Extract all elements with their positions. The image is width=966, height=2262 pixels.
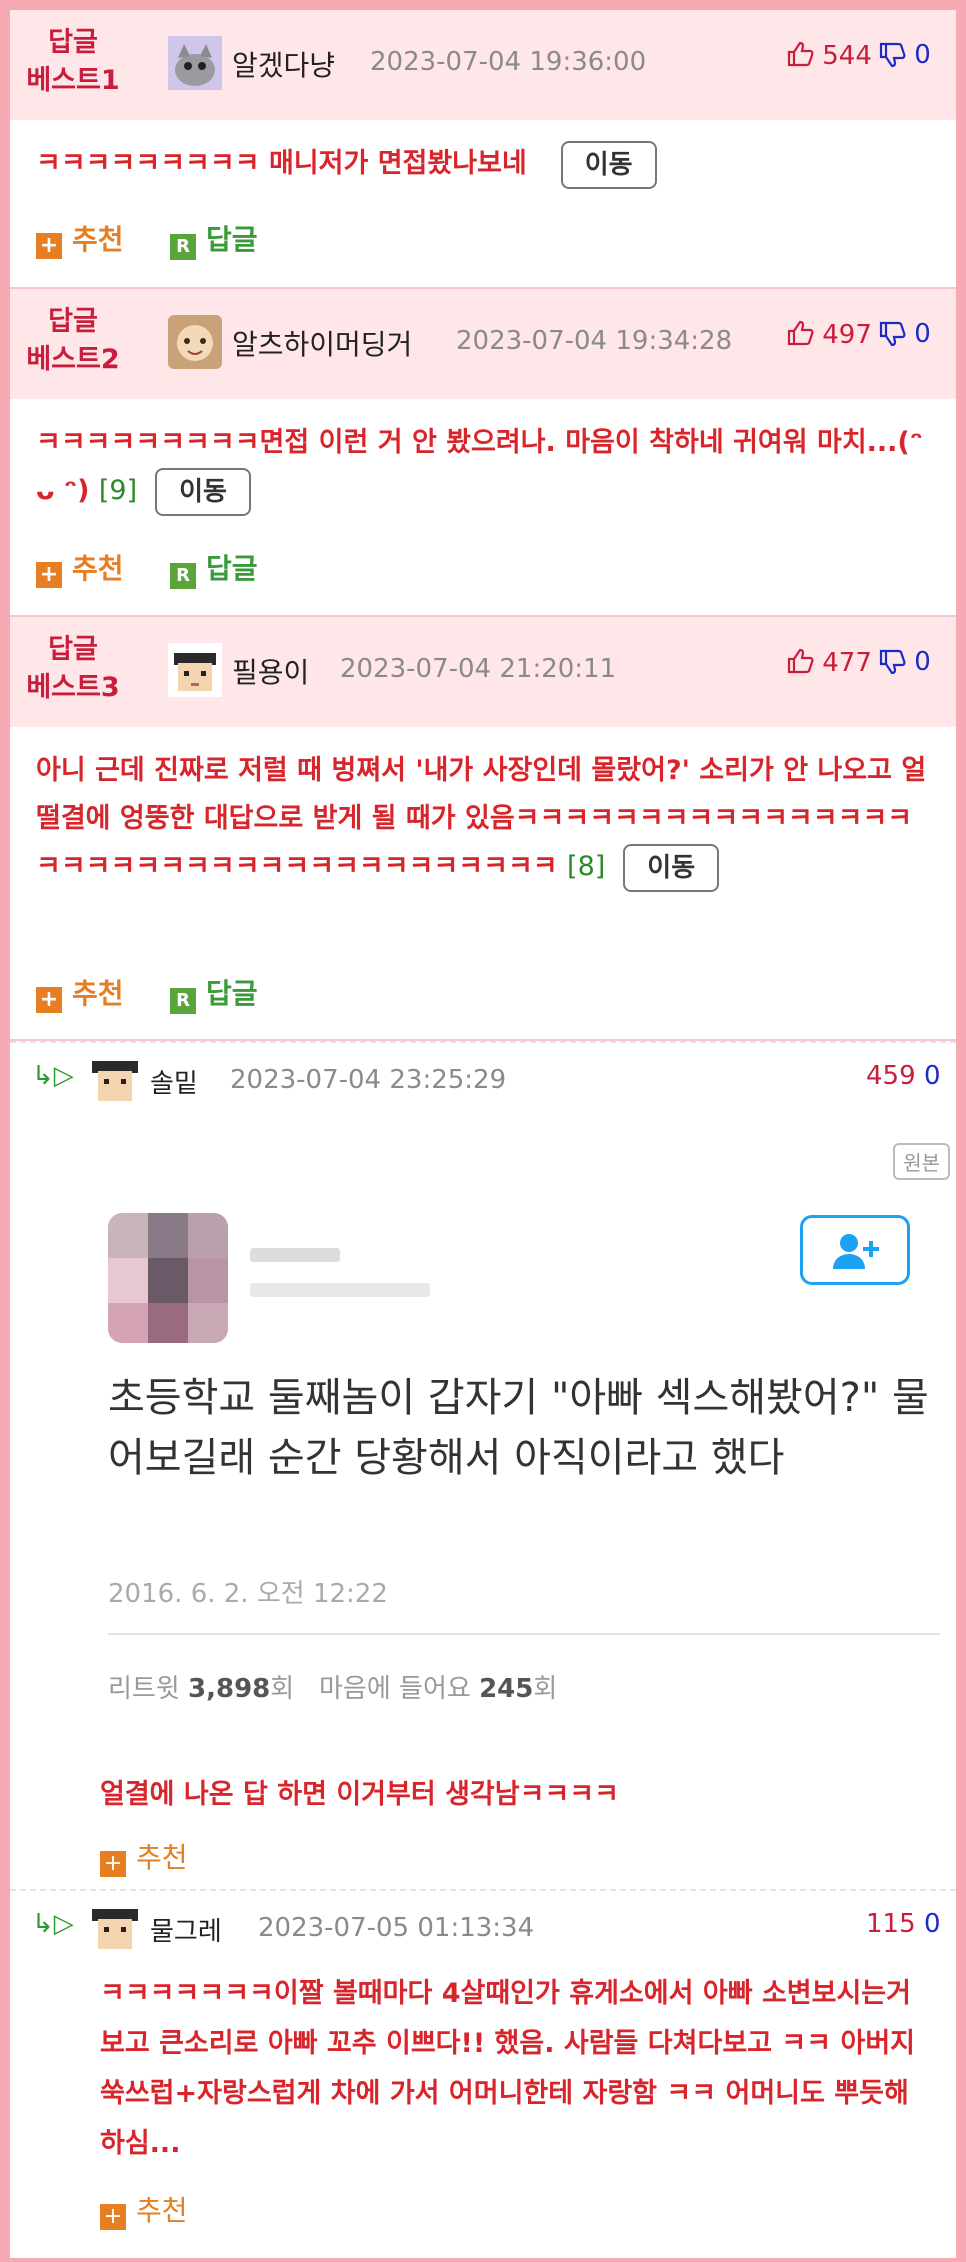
thumbs-up-icon[interactable] <box>786 647 814 675</box>
blurred-profile-image <box>108 1213 228 1343</box>
timestamp: 2023-07-04 21:20:11 <box>340 654 617 684</box>
move-button[interactable]: 이동 <box>623 843 720 892</box>
recommend-button[interactable]: + 추천 <box>36 218 124 259</box>
plus-icon: + <box>36 987 62 1013</box>
timestamp: 2023-07-05 01:13:34 <box>258 1913 535 1943</box>
comment-body: ㅋㅋㅋㅋㅋㅋㅋㅋㅋ면접 이런 거 안 봤으려나. 마음이 착하네 귀여워 마치.… <box>36 419 936 516</box>
plus-icon: + <box>36 562 62 588</box>
nickname[interactable]: 물그레 <box>150 1911 222 1948</box>
reply-button[interactable]: R 답글 <box>170 972 258 1014</box>
attached-tweet-image[interactable]: 원본 초등학교 둘째놈이 갑자기 "아빠 섹스해봤어?" 물어보길래 순간 당황… <box>100 1143 950 1783</box>
avatar[interactable] <box>88 1901 142 1955</box>
reply-comment: ↳▷ 물그레 2023-07-05 01:13:34 115 0 ㅋㅋㅋㅋㅋㅋㅋ… <box>10 1889 956 2247</box>
recommend-button[interactable]: + 추천 <box>100 2189 188 2230</box>
recommend-button[interactable]: + 추천 <box>36 972 124 1013</box>
divider <box>108 1633 940 1635</box>
move-button[interactable]: 이동 <box>560 140 657 189</box>
reply-icon: R <box>170 988 196 1014</box>
follow-button[interactable] <box>800 1215 910 1285</box>
like-count[interactable]: 115 <box>866 1909 916 1939</box>
plus-icon: + <box>100 2204 126 2230</box>
best-comment-1: 답글 베스트1 알겠다냥 2023-07-04 19:36:00 544 0 ㅋㅋ… <box>10 10 956 289</box>
dislike-count[interactable]: 0 <box>878 647 931 677</box>
original-image-button[interactable]: 원본 <box>893 1143 950 1180</box>
like-count[interactable]: 477 <box>786 647 872 678</box>
like-count[interactable]: 497 <box>786 319 872 350</box>
timestamp: 2023-07-04 19:34:28 <box>456 326 733 356</box>
nickname[interactable]: 알츠하이머딩거 <box>232 323 412 363</box>
thumbs-down-icon[interactable] <box>878 320 906 348</box>
thumbs-up-icon[interactable] <box>786 319 814 347</box>
move-button[interactable]: 이동 <box>155 467 251 516</box>
avatar[interactable] <box>168 36 222 90</box>
dislike-count[interactable]: 0 <box>878 40 931 70</box>
like-count[interactable]: 459 <box>866 1061 916 1091</box>
reply-icon: R <box>170 234 196 260</box>
tweet-stats: 리트윗 3,898회 마음에 들어요 245회 <box>108 1674 558 1704</box>
like-count[interactable]: 544 <box>786 40 872 71</box>
reply-icon: R <box>170 563 196 589</box>
plus-icon: + <box>100 1851 126 1877</box>
recommend-button[interactable]: + 추천 <box>36 547 124 588</box>
comment-body: ㅋㅋㅋㅋㅋㅋㅋ이짤 볼때마다 4살때인가 휴게소에서 아빠 소변보시는거 보고 … <box>100 1978 916 2159</box>
avatar[interactable] <box>88 1053 142 1107</box>
avatar[interactable] <box>168 643 222 697</box>
tweet-text: 초등학교 둘째놈이 갑자기 "아빠 섹스해봤어?" 물어보길래 순간 당황해서 … <box>108 1375 929 1481</box>
plus-icon: + <box>36 233 62 259</box>
dislike-count[interactable]: 0 <box>924 1909 941 1939</box>
best-comment-3: 답글 베스트3 필용이 2023-07-04 21:20:11 477 0 아니 … <box>10 617 956 1041</box>
tweet-date: 2016. 6. 2. 오전 12:22 <box>108 1579 388 1609</box>
thumbs-down-icon[interactable] <box>878 648 906 676</box>
dislike-count[interactable]: 0 <box>878 319 931 349</box>
thumbs-up-icon[interactable] <box>786 40 814 68</box>
reply-button[interactable]: R 답글 <box>170 547 258 589</box>
blurred-handle <box>250 1283 430 1297</box>
reply-comment: ↳▷ 솔밑 2023-07-04 23:25:29 459 0 원본 초등학교 … <box>10 1041 956 1889</box>
nickname[interactable]: 알겠다냥 <box>232 44 335 84</box>
timestamp: 2023-07-04 23:25:29 <box>230 1065 507 1095</box>
comment-body: 아니 근데 진짜로 저럴 때 벙쪄서 '내가 사장인데 몰랐어?' 소리가 안 … <box>36 747 936 892</box>
comment-header: 답글 베스트1 알겠다냥 2023-07-04 19:36:00 544 0 <box>10 10 956 120</box>
comment-header: 답글 베스트3 필용이 2023-07-04 21:20:11 477 0 <box>10 617 956 727</box>
comment-header: 답글 베스트2 알츠하이머딩거 2023-07-04 19:34:28 497 0 <box>10 289 956 399</box>
best-label: 답글 베스트3 <box>26 634 120 703</box>
reply-arrow-icon: ↳▷ <box>32 1061 74 1091</box>
best-comment-2: 답글 베스트2 알츠하이머딩거 2023-07-04 19:34:28 497 0… <box>10 289 956 617</box>
comment-body: 얼결에 나온 답 하면 이거부터 생각남ㅋㅋㅋㅋ <box>100 1779 619 1810</box>
best-label: 답글 베스트2 <box>26 306 120 375</box>
comment-body: ㅋㅋㅋㅋㅋㅋㅋㅋㅋ 매니저가 면접봤나보네 이동 <box>36 140 936 189</box>
reply-arrow-icon: ↳▷ <box>32 1909 74 1939</box>
avatar[interactable] <box>168 315 222 369</box>
comment-list: 답글 베스트1 알겠다냥 2023-07-04 19:36:00 544 0 ㅋㅋ… <box>10 10 956 2258</box>
recommend-button[interactable]: + 추천 <box>100 1836 188 1877</box>
timestamp: 2023-07-04 19:36:00 <box>370 47 647 77</box>
best-label: 답글 베스트1 <box>26 27 120 96</box>
nickname[interactable]: 솔밑 <box>150 1063 198 1100</box>
dislike-count[interactable]: 0 <box>924 1061 941 1091</box>
thumbs-down-icon[interactable] <box>878 41 906 69</box>
blurred-username <box>250 1248 340 1262</box>
nickname[interactable]: 필용이 <box>232 651 309 691</box>
reply-button[interactable]: R 답글 <box>170 218 258 260</box>
add-user-icon <box>833 1233 879 1269</box>
